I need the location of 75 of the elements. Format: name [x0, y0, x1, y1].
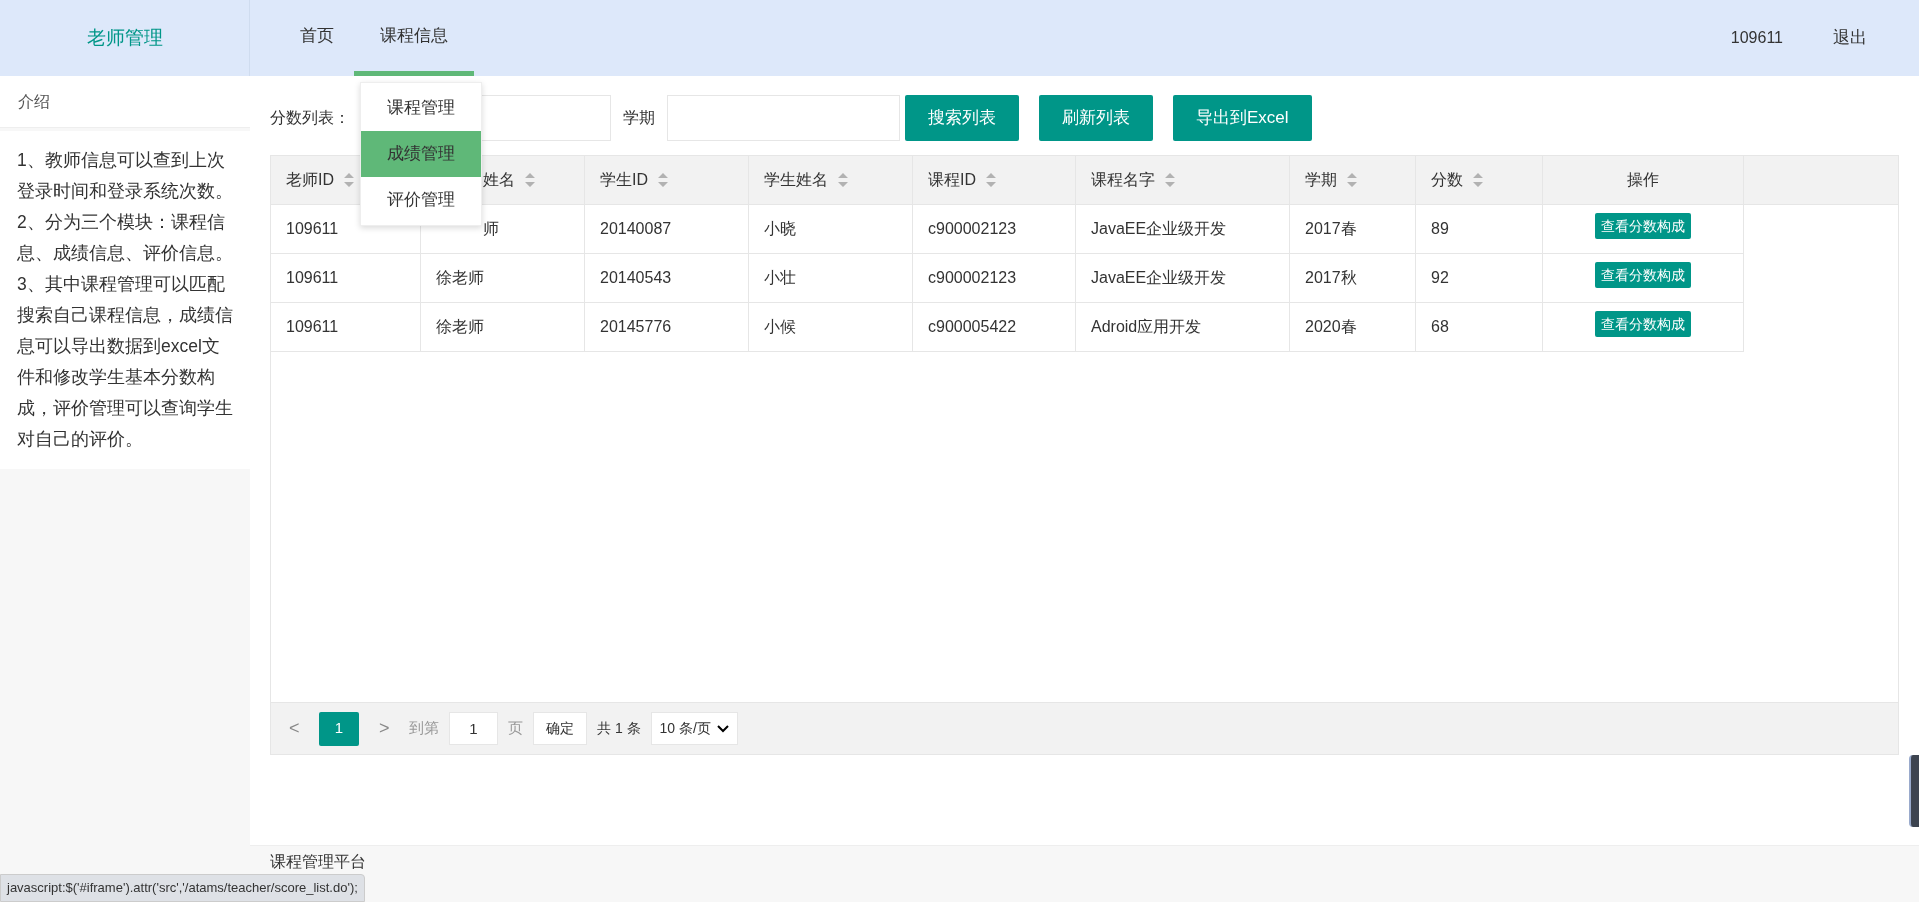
column-header: 姓名: [483, 170, 515, 190]
table-cell-text: 68: [1431, 317, 1449, 337]
next-page[interactable]: >: [379, 715, 399, 742]
toolbar-button[interactable]: 搜索列表: [905, 95, 1019, 141]
sort-icon[interactable]: [1473, 172, 1483, 188]
table-cell-text: 20145776: [600, 317, 672, 337]
nav-tab[interactable]: 首页: [280, 0, 354, 76]
confirm-button[interactable]: 确定: [533, 712, 587, 745]
intro-text: 3、其中课程管理可以匹配搜索自己课程信息，成绩信息可以导出数据到excel文件和修改学生基本分数构成，评价管理可以查询学生对自己的评价。: [17, 273, 233, 451]
table-cell-text: 2017秋: [1305, 268, 1357, 288]
table-cell-text: 徐老师: [436, 268, 484, 288]
page-input[interactable]: 1: [449, 712, 498, 745]
menu-item[interactable]: 课程管理: [361, 85, 481, 131]
table-cell-text: 2020春: [1305, 317, 1357, 337]
table-cell-text: c900002123: [928, 268, 1017, 288]
toolbar-button[interactable]: 刷新列表: [1039, 95, 1153, 141]
intro-text: 1、教师信息可以查到上次登录时间和登录系统次数。: [17, 149, 233, 203]
page-unit: 页: [508, 718, 523, 739]
column-header: 学生姓名: [764, 170, 828, 190]
menu-item[interactable]: 评价管理: [361, 177, 481, 223]
table-cell-text: c900005422: [928, 317, 1017, 337]
user-id[interactable]: 109611: [1730, 26, 1783, 50]
sort-icon[interactable]: [986, 172, 996, 188]
footer-text: 课程管理平台: [270, 853, 366, 870]
table-cell-text: 109611: [286, 317, 339, 337]
sidebar-title: 介绍: [18, 91, 50, 112]
term-field[interactable]: [667, 95, 900, 141]
sort-icon[interactable]: [658, 172, 668, 188]
column-header: 课程ID: [928, 170, 976, 190]
column-header: 课程名字: [1091, 170, 1155, 190]
column-header: 学生ID: [600, 170, 648, 190]
view-score-button[interactable]: 查看分数构成: [1595, 262, 1691, 288]
table-cell-text: Adroid应用开发: [1091, 317, 1202, 337]
toolbar-button[interactable]: 导出到Excel: [1173, 95, 1312, 141]
sort-icon[interactable]: [1165, 172, 1175, 188]
prev-page[interactable]: <: [289, 715, 309, 742]
column-header: 操作: [1627, 170, 1659, 190]
intro-text: 2、分为三个模块：课程信息、成绩信息、评价信息。: [17, 211, 233, 265]
table-cell-text: 小候: [764, 317, 796, 337]
side-widget-icon: [1909, 755, 1919, 827]
goto-label: 到第: [409, 718, 439, 739]
table-cell-text: c900002123: [928, 219, 1017, 239]
status-url: javascript:$('#iframe').attr('src','/atams/teacher/score_list.do');: [7, 879, 358, 898]
table-cell-text: JavaEE企业级开发: [1091, 219, 1227, 239]
column-header: 老师ID: [286, 170, 334, 190]
table-cell-text: 小晓: [764, 219, 796, 239]
table-cell-text: 89: [1431, 219, 1449, 239]
logout-link[interactable]: 退出: [1833, 25, 1867, 51]
view-score-button[interactable]: 查看分数构成: [1595, 213, 1691, 239]
total-count: 共 1 条: [597, 719, 641, 738]
toolbar-label: 分数列表：: [270, 108, 350, 128]
table-cell-text: JavaEE企业级开发: [1091, 268, 1227, 288]
table-cell-text: 92: [1431, 268, 1449, 288]
table-cell-text: 20140087: [600, 219, 672, 239]
table-cell-text: 2017春: [1305, 219, 1357, 239]
sort-icon[interactable]: [838, 172, 848, 188]
table-cell-text: 小壮: [764, 268, 796, 288]
menu-item[interactable]: 成绩管理: [361, 131, 481, 177]
column-header: 分数: [1431, 170, 1463, 190]
page-size-select[interactable]: 10 条/页: [650, 712, 738, 745]
table-cell-text: 徐老师: [436, 317, 484, 337]
term-label: 学期: [623, 108, 655, 128]
view-score-button[interactable]: 查看分数构成: [1595, 311, 1691, 337]
page-number[interactable]: 1: [319, 711, 359, 746]
table-cell-text: 20140543: [600, 268, 672, 288]
sort-icon[interactable]: [525, 172, 535, 188]
sort-icon[interactable]: [1347, 172, 1357, 188]
table-cell-text: 109611: [286, 219, 339, 239]
logo-title: 老师管理: [86, 25, 163, 50]
sort-icon[interactable]: [344, 172, 354, 188]
column-header: 学期: [1305, 170, 1337, 190]
table-cell-text: 109611: [286, 268, 339, 288]
chevron-down-icon: [716, 724, 729, 733]
nav-tab[interactable]: 课程信息: [354, 0, 474, 76]
table-cell-text: 师: [483, 219, 499, 239]
